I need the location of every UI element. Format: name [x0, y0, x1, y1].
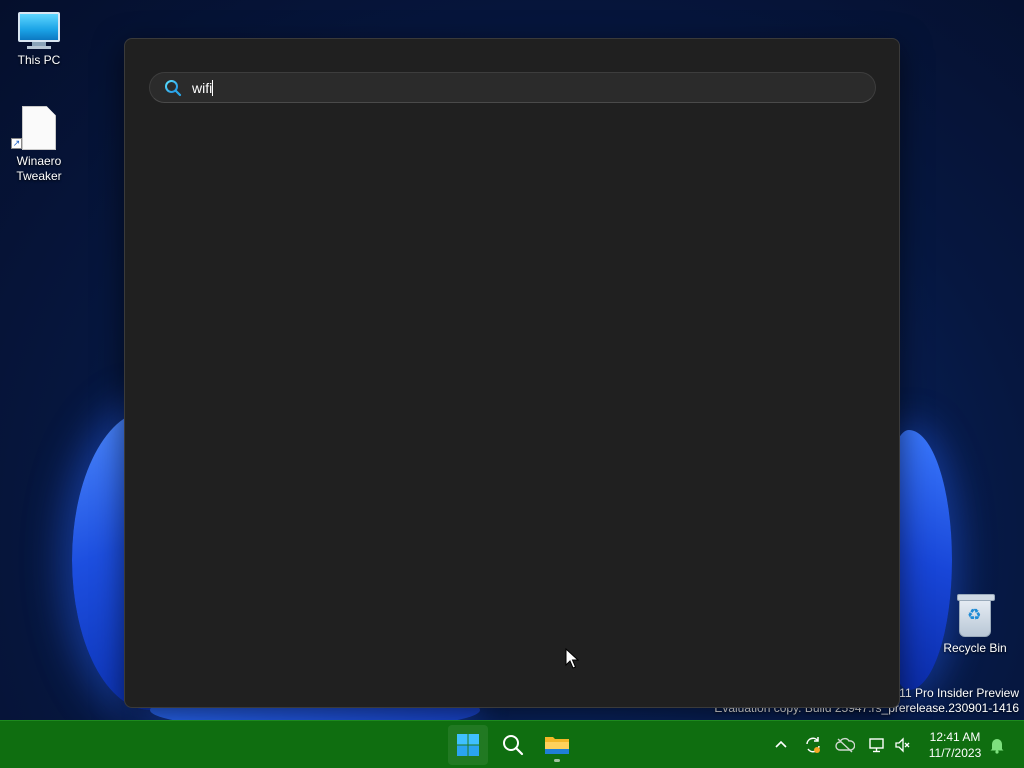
recycle-bin-icon: ♻ — [957, 594, 995, 637]
clock[interactable]: 12:41 AM 11/7/2023 — [922, 729, 988, 761]
volume-icon — [888, 730, 918, 760]
taskbar: 12:41 AM 11/7/2023 — [0, 720, 1024, 768]
notification-bell-icon — [982, 730, 1012, 760]
tray-onedrive-button[interactable] — [830, 721, 860, 768]
file-icon — [22, 106, 56, 150]
onedrive-icon — [830, 730, 860, 760]
taskbar-search-button[interactable] — [493, 725, 533, 765]
notifications-button[interactable] — [982, 721, 1012, 768]
file-explorer-button[interactable] — [537, 725, 577, 765]
tray-sync-button[interactable] — [798, 721, 828, 768]
desktop-icon-recycle-bin[interactable]: ♻ Recycle Bin — [940, 594, 1010, 656]
active-indicator — [554, 759, 560, 762]
shortcut-arrow-icon: ↗ — [11, 138, 22, 149]
computer-icon — [4, 12, 74, 49]
clock-time: 12:41 AM — [929, 730, 981, 744]
desktop-icon-label: Winaero Tweaker — [16, 154, 62, 183]
desktop-icon-label: Recycle Bin — [943, 641, 1007, 655]
desktop-icon-this-pc[interactable]: This PC — [4, 10, 74, 68]
show-hidden-icons-button[interactable] — [766, 721, 796, 768]
search-box[interactable]: wifi — [149, 72, 876, 103]
search-icon — [165, 79, 182, 96]
chevron-up-icon — [766, 730, 796, 760]
search-flyout: wifi — [124, 38, 900, 708]
desktop-icon-label: This PC — [17, 53, 61, 67]
search-input[interactable]: wifi — [192, 80, 212, 96]
search-icon — [503, 735, 524, 756]
tray-volume-button[interactable] — [888, 721, 918, 768]
folder-icon — [545, 737, 569, 754]
text-caret — [212, 79, 214, 96]
start-button[interactable] — [448, 725, 488, 765]
mouse-pointer-icon — [565, 648, 579, 669]
windows-logo-icon — [457, 734, 479, 756]
clock-date: 11/7/2023 — [928, 746, 982, 760]
sync-icon — [798, 730, 828, 760]
